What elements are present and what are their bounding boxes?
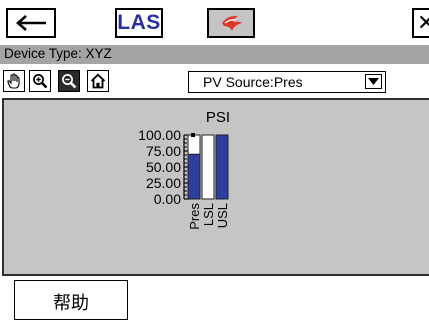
x-tick-label: Pres [187,203,202,230]
y-axis: 100.0075.0050.0025.000.00 [138,127,190,207]
zoom-in-button[interactable] [29,70,51,92]
value-marker [191,133,195,137]
help-button-label: 帮助 [53,292,89,314]
close-button[interactable]: ✕ [412,8,429,38]
x-tick-label: USL [215,203,230,228]
device-type-bar: Device Type: XYZ [0,45,429,64]
home-button[interactable] [87,70,109,92]
pv-source-dropdown[interactable]: PV Source:Pres [188,71,386,93]
device-type-label: Device Type: XYZ [4,46,112,61]
chevron-down-icon [368,78,379,85]
pv-source-value: PV Source:Pres [203,74,303,90]
help-button[interactable]: 帮助 [14,280,128,320]
bottom-bar: 帮助 [0,277,429,327]
home-icon [90,73,106,89]
y-tick-label: 50.00 [146,159,181,175]
x-axis-labels: Pres LSL USL [187,203,230,230]
y-tick-label: 25.00 [146,175,181,191]
bar-frame [201,134,215,200]
red-swirl-icon [207,8,255,38]
chart-toolbar: PV Source:Pres [0,65,429,98]
y-tick-label: 0.00 [154,191,181,207]
chart-panel: PSI 100.00 75.00 50.00 25.00 0.00 Pres LSL USL [2,98,429,276]
zoom-in-icon [33,74,48,89]
las-logo: LAS [115,8,163,38]
left-arrow-icon [16,15,46,31]
bars [187,133,229,200]
bar-chart: PSI 100.0075.0050.0025.000.00 Pres LSL USL [138,109,230,230]
app-window: LAS ✕ Device Type: XYZ PV Source:Pres PS… [0,0,429,327]
pan-button[interactable] [3,70,25,92]
close-icon: ✕ [417,10,429,35]
bar-usl [215,134,229,200]
x-tick-label: LSL [201,203,216,226]
y-tick-label: 75.00 [146,143,181,159]
back-button[interactable] [6,8,56,38]
pan-hand-icon [7,73,20,89]
y-tick-label: 100.00 [138,127,181,143]
top-bar: LAS ✕ [0,0,429,44]
bar-pres [187,153,201,200]
dropdown-arrow-button[interactable] [365,74,382,89]
chart-title: PSI [206,109,230,126]
zoom-out-button[interactable] [58,70,80,92]
zoom-out-icon [62,74,77,89]
